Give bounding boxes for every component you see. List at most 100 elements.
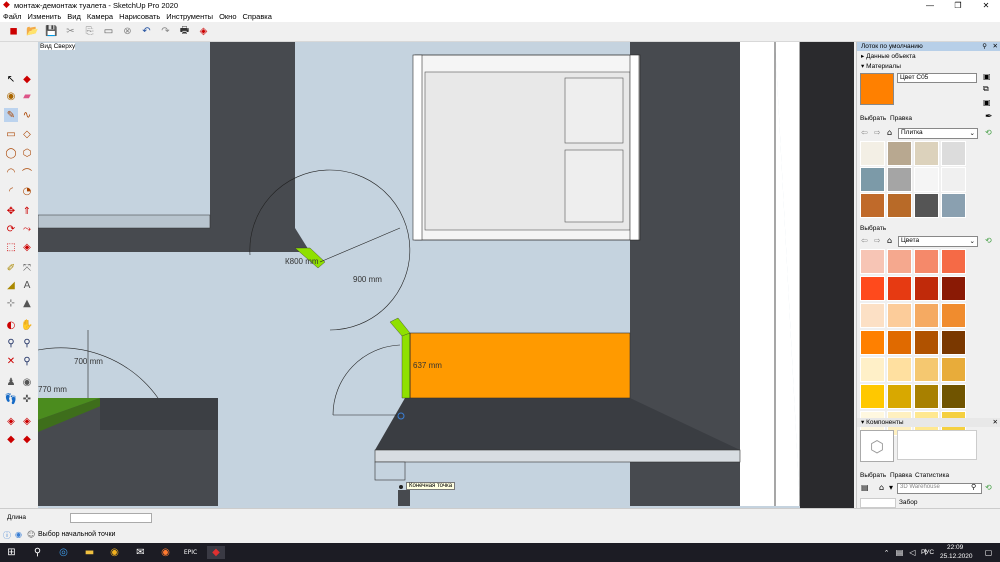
create-material-icon[interactable]: ⧉	[983, 84, 989, 94]
color-swatch[interactable]	[887, 249, 912, 274]
color-swatch[interactable]	[941, 303, 966, 328]
tab-select[interactable]: Выбрать	[860, 115, 886, 122]
scale-icon[interactable]: ⬚	[4, 240, 18, 254]
arc3-icon[interactable]: ◜	[4, 184, 18, 198]
menu-window[interactable]: Окно	[219, 11, 236, 22]
entity-info-header[interactable]: ▸ Данные объекта	[857, 52, 1000, 61]
color-swatch[interactable]	[887, 357, 912, 382]
default-material-icon[interactable]: ▣	[983, 98, 991, 107]
tile-swatch[interactable]	[860, 193, 885, 218]
tile-swatch[interactable]	[914, 141, 939, 166]
details-icon[interactable]: ⟲	[985, 128, 992, 137]
color-swatch[interactable]	[941, 330, 966, 355]
warehouse-left-icon[interactable]: ◈	[4, 414, 18, 428]
comp-tab-stats[interactable]: Статистика	[915, 472, 949, 479]
extension3-icon[interactable]: ◆	[20, 432, 34, 446]
protractor-icon[interactable]: ◢	[4, 278, 18, 292]
clock-date[interactable]: 25.12.2020	[940, 553, 973, 560]
open-icon[interactable]: 📂	[25, 24, 40, 39]
menu-edit[interactable]: Изменить	[27, 11, 61, 22]
color-swatch[interactable]	[887, 330, 912, 355]
components-header[interactable]: ▾ Компоненты ✕	[857, 418, 1000, 427]
home-3-icon[interactable]: ⌂	[879, 483, 884, 492]
tile-swatch[interactable]	[941, 193, 966, 218]
move-icon[interactable]: ✥	[4, 204, 18, 218]
color-swatch[interactable]	[914, 276, 939, 301]
color-swatch[interactable]	[914, 303, 939, 328]
nav-dropdown-icon[interactable]: ▾	[889, 483, 893, 492]
color-swatch[interactable]	[860, 303, 885, 328]
tile-swatch[interactable]	[860, 141, 885, 166]
minimize-button[interactable]: —	[916, 0, 944, 11]
zoom-window-icon[interactable]: ⚲	[20, 336, 34, 350]
position-camera-icon[interactable]: ♟	[4, 375, 18, 389]
menu-file[interactable]: Файл	[3, 11, 21, 22]
rotated-rect-icon[interactable]: ◇	[20, 127, 34, 141]
display-secondary-icon[interactable]: ▣	[983, 72, 991, 81]
chrome-icon[interactable]: ◉	[108, 546, 121, 559]
line-icon[interactable]: ✎	[4, 108, 18, 122]
tray-chevron-icon[interactable]: ⌃	[880, 546, 893, 559]
tray-close-icon[interactable]: ✕	[993, 42, 998, 51]
tile-swatch[interactable]	[914, 193, 939, 218]
axes-icon[interactable]: ⊹	[4, 296, 18, 310]
tile-swatch[interactable]	[887, 167, 912, 192]
menu-view[interactable]: Вид	[67, 11, 81, 22]
lookaround-icon[interactable]: ◉	[20, 375, 34, 389]
material-name-field[interactable]: Цвет C05	[897, 73, 977, 83]
color-swatch[interactable]	[860, 330, 885, 355]
menu-camera[interactable]: Камера	[87, 11, 113, 22]
comp-tab-select[interactable]: Выбрать	[860, 472, 886, 479]
color-swatch[interactable]	[887, 276, 912, 301]
color-swatch[interactable]	[860, 384, 885, 409]
tile-swatch[interactable]	[887, 141, 912, 166]
circle-icon[interactable]: ◯	[4, 146, 18, 160]
rotate-icon[interactable]: ⟳	[4, 222, 18, 236]
notification-icon[interactable]: ▢	[982, 546, 995, 559]
menu-help[interactable]: Справка	[243, 11, 272, 22]
eyedropper-icon[interactable]: ✒	[985, 112, 993, 122]
sketchup-taskbar-icon[interactable]: ◆	[207, 546, 225, 559]
pushpull-icon[interactable]: ⇑	[20, 204, 34, 218]
language-indicator[interactable]: РУС	[921, 549, 934, 556]
tile-swatch[interactable]	[941, 141, 966, 166]
search-taskbar-icon[interactable]: ⚲	[31, 546, 44, 559]
color-swatch[interactable]	[860, 276, 885, 301]
tile-swatch[interactable]	[887, 193, 912, 218]
view-options-icon[interactable]: ▤	[861, 483, 869, 492]
tape-icon[interactable]: ✐	[4, 261, 18, 275]
measurement-box[interactable]	[70, 513, 152, 523]
tile-swatch[interactable]	[860, 167, 885, 192]
color-swatch[interactable]	[860, 249, 885, 274]
forward-arrow-icon[interactable]: ⇨	[874, 128, 881, 137]
user-icon[interactable]: ☺	[27, 530, 35, 539]
copy-icon[interactable]: ⎘	[82, 24, 97, 39]
clock-time[interactable]: 22:09	[947, 544, 963, 551]
edge-icon[interactable]: ◎	[57, 546, 70, 559]
zoom-prev-icon[interactable]: ⚲	[20, 354, 34, 368]
color-swatch[interactable]	[941, 384, 966, 409]
pin-icon[interactable]: ⚲	[982, 42, 987, 51]
network-icon[interactable]: ▤	[893, 546, 906, 559]
color-swatch[interactable]	[914, 357, 939, 382]
offset-icon[interactable]: ◈	[20, 240, 34, 254]
followme-icon[interactable]: ⤳	[20, 222, 34, 236]
start-icon[interactable]: ⊞	[5, 546, 18, 559]
menu-tools[interactable]: Инструменты	[166, 11, 213, 22]
tile-swatch[interactable]	[914, 167, 939, 192]
components-close-icon[interactable]: ✕	[993, 418, 998, 427]
color-swatch[interactable]	[941, 357, 966, 382]
paste-icon[interactable]: ▭	[101, 24, 116, 39]
orbit-icon[interactable]: ◐	[4, 318, 18, 332]
cut-icon[interactable]: ✂	[63, 24, 78, 39]
library-select-1[interactable]: Плитка ⌄	[898, 128, 978, 139]
text-icon[interactable]: A	[20, 278, 34, 292]
maximize-button[interactable]: ❐	[944, 0, 972, 11]
component-item-label[interactable]: Забор	[899, 499, 918, 506]
freehand-icon[interactable]: ∿	[20, 108, 34, 122]
erase-icon[interactable]: ⊗	[120, 24, 135, 39]
explorer-icon[interactable]: ▬	[83, 546, 96, 559]
library-select-2[interactable]: Цвета ⌄	[898, 236, 978, 247]
zoom-extents-icon[interactable]: ✕	[4, 354, 18, 368]
save-icon[interactable]: 💾	[44, 24, 59, 39]
